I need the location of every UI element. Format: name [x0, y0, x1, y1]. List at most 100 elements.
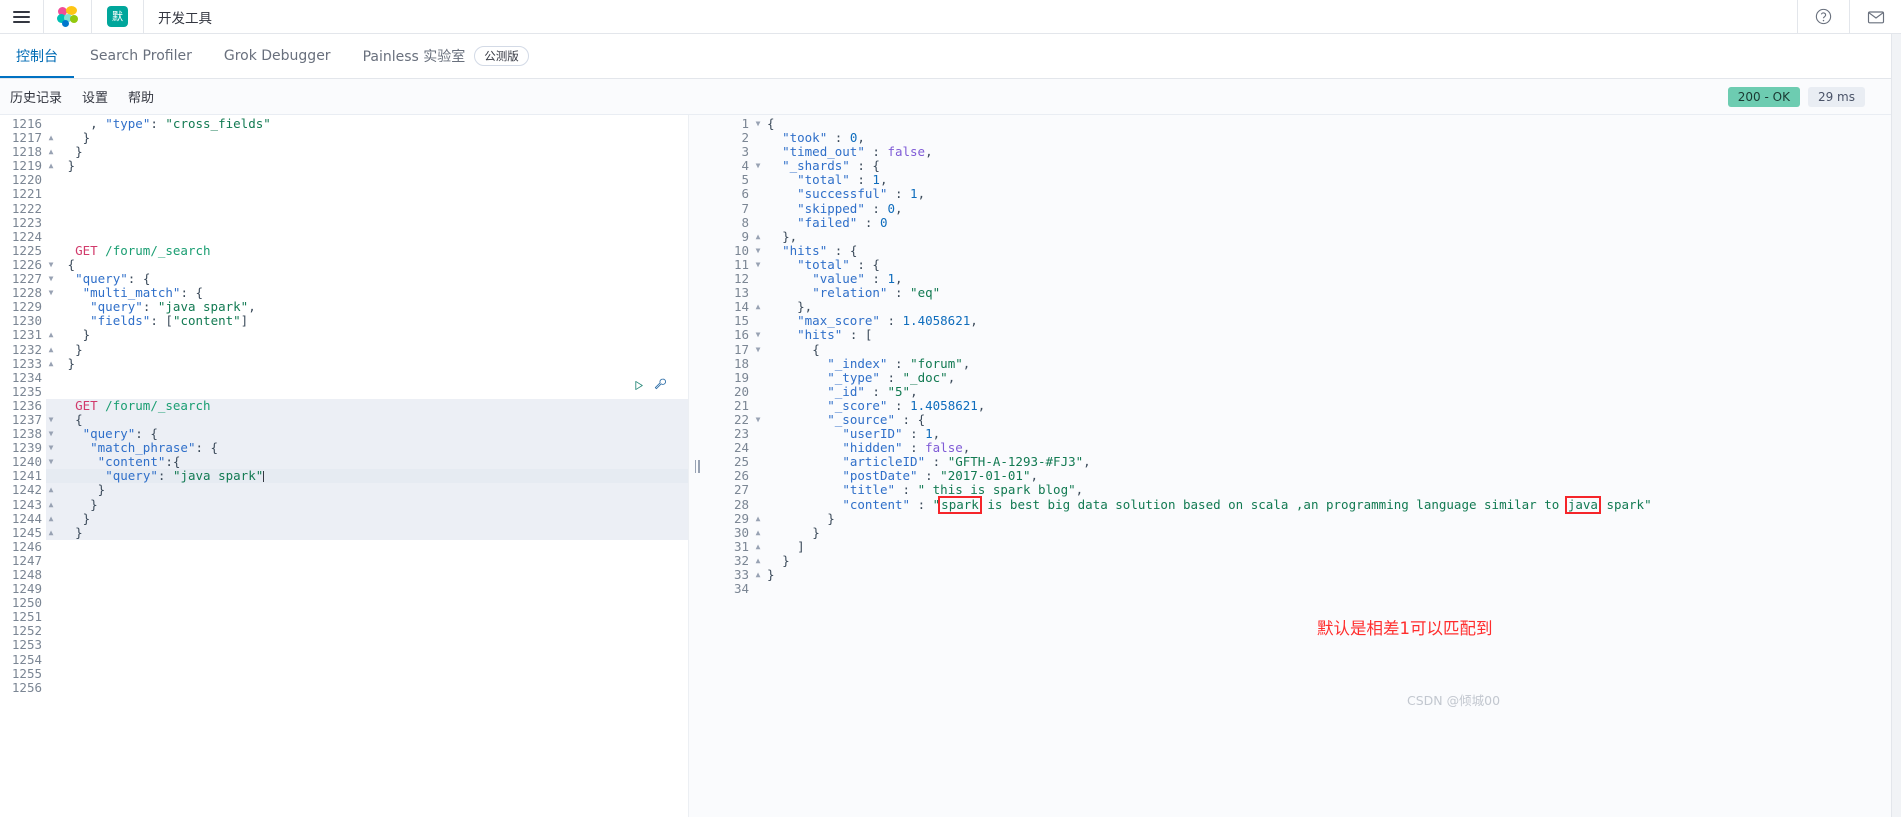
- code-line: 1216 , "type": "cross_fields": [0, 116, 688, 132]
- code-line: 4 ▼ "_shards" : {: [707, 159, 1901, 174]
- code-text: {: [812, 341, 820, 357]
- pane-splitter[interactable]: [689, 115, 705, 817]
- devtools-tabs: 控制台 Search Profiler Grok Debugger Painle…: [0, 34, 1901, 79]
- code-text: "_source" : {: [827, 411, 926, 427]
- fold-toggle[interactable]: ▲: [46, 512, 56, 526]
- notifications-button[interactable]: [1849, 0, 1901, 33]
- fold-toggle[interactable]: ▼: [753, 328, 763, 342]
- code-line: 23 "userID" : 1,: [707, 426, 1901, 442]
- line-number: 32: [707, 553, 753, 568]
- code-text: "postDate" : "2017-01-01",: [842, 468, 1039, 484]
- line-number: 11: [707, 257, 753, 273]
- settings-link[interactable]: 设置: [82, 87, 108, 106]
- line-number: 1238: [0, 426, 46, 442]
- request-editor-code[interactable]: 1216 , "type": "cross_fields" 1217 ▲ } 1218…: [0, 115, 688, 695]
- page-scrollbar[interactable]: [1891, 34, 1901, 817]
- line-number: 14: [707, 300, 753, 315]
- code-line: 1239 ▼ "match_phrase": {: [0, 441, 688, 456]
- line-number: 1248: [0, 567, 46, 583]
- fold-toggle[interactable]: ▲: [46, 526, 56, 540]
- code-line: 1219 ▲ }: [0, 159, 688, 174]
- tab-painless-lab[interactable]: Painless 实验室 公测版: [347, 34, 545, 78]
- line-number: 18: [707, 356, 753, 371]
- fold-toggle[interactable]: ▲: [46, 483, 56, 497]
- fold-toggle[interactable]: ▼: [46, 258, 56, 272]
- fold-toggle[interactable]: ▲: [46, 145, 56, 159]
- fold-toggle[interactable]: ▼: [753, 258, 763, 272]
- fold-toggle[interactable]: ▲: [46, 498, 56, 512]
- code-text: "_type" : "_doc",: [827, 369, 956, 385]
- code-line: 31 ▲ ]: [707, 539, 1901, 554]
- fold-toggle[interactable]: ▲: [753, 540, 763, 554]
- fold-toggle[interactable]: ▼: [46, 413, 56, 427]
- line-number: 1245: [0, 525, 46, 540]
- code-line: 1231 ▲ }: [0, 328, 688, 343]
- line-number: 7: [707, 201, 753, 216]
- fold-toggle[interactable]: ▲: [753, 230, 763, 244]
- menu-button[interactable]: [0, 0, 44, 33]
- fold-toggle[interactable]: ▼: [753, 117, 763, 131]
- code-text: "query": {: [75, 271, 151, 287]
- line-number: 24: [707, 441, 753, 456]
- fold-toggle[interactable]: ▼: [753, 159, 763, 173]
- request-editor-pane[interactable]: 1216 , "type": "cross_fields" 1217 ▲ } 1218…: [0, 115, 689, 817]
- code-line: 1250: [0, 596, 688, 611]
- line-number: 16: [707, 328, 753, 343]
- tab-search-profiler[interactable]: Search Profiler: [74, 34, 208, 78]
- code-line: 14 ▲ },: [707, 300, 1901, 315]
- response-pane[interactable]: 1 ▼{2 "took" : 0, 3 "timed_out" : false, 4 ▼…: [705, 115, 1901, 817]
- fold-toggle[interactable]: ▼: [46, 455, 56, 469]
- line-number: 21: [707, 398, 753, 413]
- fold-toggle[interactable]: ▼: [753, 244, 763, 258]
- code-line: 11 ▼ "total" : {: [707, 257, 1901, 273]
- code-text: , "type": "cross_fields": [90, 116, 271, 131]
- fold-toggle[interactable]: ▲: [753, 568, 763, 582]
- code-line: 1237 ▼ {: [0, 412, 688, 428]
- fold-toggle[interactable]: ▲: [46, 328, 56, 342]
- history-link[interactable]: 历史记录: [10, 87, 62, 106]
- fold-toggle[interactable]: ▼: [753, 343, 763, 357]
- line-number: 1255: [0, 666, 46, 681]
- space-selector-button[interactable]: 默: [92, 0, 144, 33]
- app-title: 开发工具: [158, 10, 212, 27]
- code-line: 10 ▼ "hits" : {: [707, 243, 1901, 258]
- fold-toggle[interactable]: ▲: [46, 343, 56, 357]
- code-line: 21 "_score" : 1.4058621,: [707, 398, 1901, 413]
- fold-toggle[interactable]: ▼: [753, 413, 763, 427]
- code-text: "took" : 0,: [782, 130, 865, 146]
- code-text: }: [75, 524, 83, 540]
- fold-toggle[interactable]: ▼: [46, 286, 56, 300]
- fold-toggle[interactable]: ▼: [46, 427, 56, 441]
- send-request-icon[interactable]: [632, 379, 645, 394]
- code-line: 1256: [0, 680, 688, 695]
- help-link[interactable]: 帮助: [128, 87, 154, 106]
- code-line: 25 "articleID" : "GFTH-A-1293-#FJ3",: [707, 455, 1901, 470]
- line-number: 10: [707, 243, 753, 258]
- fold-toggle[interactable]: ▲: [46, 357, 56, 371]
- line-number: 6: [707, 187, 753, 202]
- response-status-group: 200 - OK 29 ms: [1727, 86, 1891, 107]
- fold-toggle[interactable]: ▲: [753, 526, 763, 540]
- fold-toggle[interactable]: ▼: [46, 272, 56, 286]
- tab-grok-debugger[interactable]: Grok Debugger: [208, 34, 347, 78]
- fold-toggle[interactable]: ▲: [46, 159, 56, 173]
- code-line: 1252: [0, 624, 688, 639]
- line-number: 1218: [0, 145, 46, 160]
- app-title-container: 开发工具: [144, 0, 226, 33]
- fold-toggle[interactable]: ▲: [46, 131, 56, 145]
- line-number: 1226: [0, 257, 46, 273]
- response-time-badge: 29 ms: [1807, 86, 1865, 107]
- tab-console[interactable]: 控制台: [0, 34, 74, 78]
- elastic-logo-button[interactable]: [44, 0, 92, 33]
- fold-toggle[interactable]: ▲: [753, 300, 763, 314]
- code-text: GET /forum/_search: [75, 242, 211, 258]
- fold-toggle[interactable]: ▲: [753, 512, 763, 526]
- response-code: 1 ▼{2 "took" : 0, 3 "timed_out" : false, 4 ▼…: [705, 115, 1901, 597]
- fold-toggle[interactable]: ▼: [46, 441, 56, 455]
- help-button[interactable]: [1797, 0, 1849, 33]
- request-options-icon[interactable]: [653, 377, 667, 396]
- code-text: "hits" : [: [797, 327, 873, 343]
- fold-toggle[interactable]: ▲: [753, 554, 763, 568]
- tab-painless-lab-label: Painless 实验室: [362, 49, 466, 65]
- code-line: 3 "timed_out" : false,: [707, 145, 1901, 160]
